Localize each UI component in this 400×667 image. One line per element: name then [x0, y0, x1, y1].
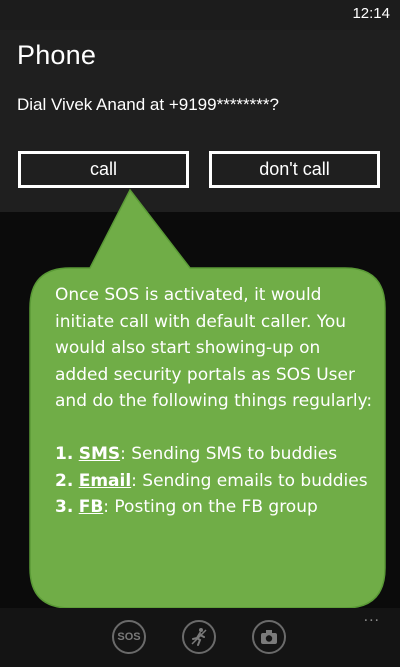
camera-icon[interactable]	[252, 620, 286, 654]
runner-glyph	[191, 628, 207, 646]
runner-icon[interactable]	[182, 620, 216, 654]
sos-icon[interactable]: SOS	[112, 620, 146, 654]
item-description: : Sending emails to buddies	[131, 470, 368, 491]
callout-item-email: 2. Email: Sending emails to buddies	[55, 468, 375, 495]
app-bar: SOS ...	[0, 608, 400, 667]
item-number: 3.	[55, 497, 74, 517]
more-options-button[interactable]: ...	[364, 608, 380, 626]
item-number: 2.	[55, 470, 74, 491]
callout-intro: Once SOS is activated, it would initiate…	[55, 285, 373, 411]
camera-glyph	[261, 630, 277, 644]
item-name: SMS	[78, 444, 121, 464]
callout-item-fb: 3. FB: Posting on the FB group	[55, 494, 375, 521]
item-name: FB	[78, 497, 104, 517]
item-description: : Posting on the FB group	[103, 497, 318, 517]
item-description: : Sending SMS to buddies	[120, 444, 338, 464]
item-name: Email	[78, 470, 132, 491]
callout-text: Once SOS is activated, it would initiate…	[55, 282, 375, 521]
sos-icon-label: SOS	[117, 631, 141, 643]
item-number: 1.	[55, 444, 74, 464]
callout-item-sms: 1. SMS: Sending SMS to buddies	[55, 441, 375, 468]
